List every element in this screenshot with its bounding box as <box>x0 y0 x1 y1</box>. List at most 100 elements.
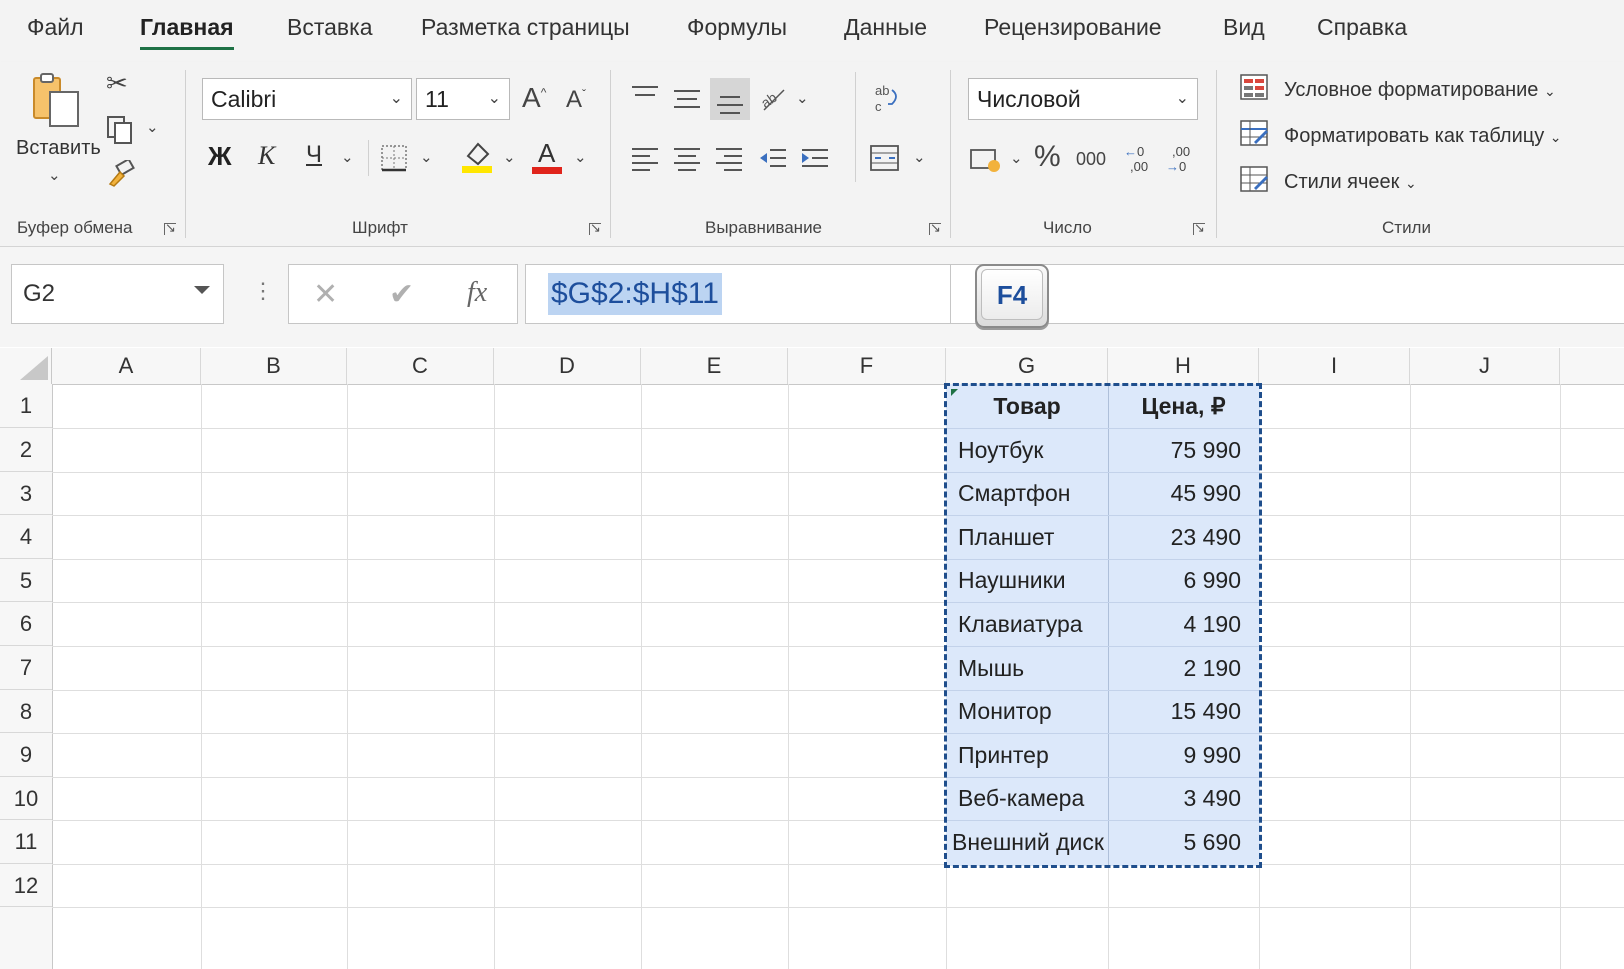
align-middle-icon[interactable] <box>674 88 702 110</box>
formula-input[interactable]: $G$2:$H$11 <box>525 264 951 324</box>
f4-key-label: F4 <box>996 280 1028 310</box>
name-box[interactable]: G2 <box>11 264 224 324</box>
clipboard-group-label: Буфер обмена <box>17 218 133 237</box>
row-header-7[interactable]: 7 <box>0 646 52 690</box>
row-header-11[interactable]: 11 <box>0 820 52 864</box>
column-header-j[interactable]: J <box>1410 348 1560 384</box>
percent-button[interactable]: % <box>1034 142 1061 172</box>
row-header-3[interactable]: 3 <box>0 472 52 515</box>
tab-home[interactable]: Главная <box>140 14 234 50</box>
column-header-h[interactable]: H <box>1108 348 1259 384</box>
tab-help[interactable]: Справка <box>1317 14 1407 41</box>
format-as-table-button[interactable]: Форматировать как таблицу ⌄ <box>1284 125 1562 148</box>
enter-icon[interactable]: ✔ <box>389 277 414 312</box>
column-header-a[interactable]: A <box>52 348 201 384</box>
font-color-icon[interactable]: A <box>532 138 564 174</box>
copy-icon[interactable] <box>106 115 134 145</box>
align-right-icon[interactable] <box>716 148 744 171</box>
row-header-4[interactable]: 4 <box>0 515 52 559</box>
insert-function-icon[interactable]: fx <box>467 277 487 309</box>
format-painter-icon[interactable] <box>106 157 136 188</box>
row-header-5[interactable]: 5 <box>0 559 52 602</box>
paste-label[interactable]: Вставить <box>16 137 101 160</box>
formula-buttons: ✕ ✔ fx <box>288 264 518 324</box>
decrease-decimal-button[interactable]: ,00 →0 <box>1166 144 1196 176</box>
column-header-i[interactable]: I <box>1259 348 1410 384</box>
align-top-icon[interactable] <box>632 86 660 108</box>
align-left-icon[interactable] <box>632 148 660 171</box>
tab-data[interactable]: Данные <box>844 14 927 41</box>
grow-font-button[interactable]: A^ <box>522 84 546 112</box>
column-header-f[interactable]: F <box>788 348 946 384</box>
row-header-1[interactable]: 1 <box>0 384 52 428</box>
font-size-combo[interactable]: 11 ⌄ <box>416 78 510 120</box>
paste-button[interactable] <box>22 72 86 132</box>
tab-insert[interactable]: Вставка <box>287 14 373 41</box>
align-center-icon[interactable] <box>674 148 702 171</box>
underline-button[interactable]: Ч <box>306 143 322 167</box>
merge-center-icon[interactable] <box>870 144 900 172</box>
separator <box>185 70 186 238</box>
chevron-down-icon[interactable]: ⌄ <box>796 91 809 106</box>
column-header-d[interactable]: D <box>494 348 641 384</box>
conditional-formatting-icon[interactable] <box>1240 74 1270 102</box>
row-header-9[interactable]: 9 <box>0 733 52 777</box>
chevron-down-icon[interactable]: ⌄ <box>1010 151 1023 166</box>
shrink-font-button[interactable]: Aˇ <box>566 88 586 112</box>
chevron-down-icon[interactable]: ⌄ <box>503 150 516 165</box>
chevron-down-icon[interactable]: ⌄ <box>420 150 433 165</box>
paste-dropdown-icon[interactable]: ⌄ <box>48 168 61 183</box>
tab-file[interactable]: Файл <box>27 14 84 41</box>
font-name-combo[interactable]: Calibri ⌄ <box>202 78 412 120</box>
row-header-2[interactable]: 2 <box>0 428 52 472</box>
cut-icon[interactable]: ✂ <box>106 70 128 96</box>
alignment-launcher-icon[interactable] <box>928 221 942 236</box>
thousands-separator-button[interactable]: 000 <box>1076 150 1106 168</box>
cell-styles-button[interactable]: Стили ячеек ⌄ <box>1284 171 1417 194</box>
row-header-8[interactable]: 8 <box>0 690 52 733</box>
tab-formulas[interactable]: Формулы <box>687 14 787 41</box>
formula-input-extension[interactable] <box>951 264 1624 324</box>
separator <box>950 70 951 238</box>
select-all-button[interactable] <box>0 348 52 384</box>
tab-page-layout[interactable]: Разметка страницы <box>421 14 630 41</box>
align-bottom-button[interactable] <box>710 78 750 120</box>
format-as-table-icon[interactable] <box>1240 120 1270 148</box>
column-header-g[interactable]: G <box>946 348 1108 384</box>
orientation-icon[interactable]: ab <box>758 84 788 112</box>
tab-review[interactable]: Рецензирование <box>984 14 1162 41</box>
row-header-12[interactable]: 12 <box>0 864 52 907</box>
wrap-text-icon[interactable]: ab c <box>872 82 902 114</box>
bold-button[interactable]: Ж <box>208 143 232 169</box>
italic-button[interactable]: К <box>258 143 275 169</box>
chevron-down-icon[interactable]: ⌄ <box>574 150 587 165</box>
vertical-dots-icon[interactable]: ⋮ <box>252 278 274 304</box>
decrease-indent-icon[interactable] <box>758 146 788 172</box>
conditional-formatting-button[interactable]: Условное форматирование ⌄ <box>1284 79 1556 102</box>
chevron-down-icon[interactable]: ⌄ <box>913 150 926 165</box>
accounting-format-icon[interactable] <box>970 146 1002 174</box>
font-group-label: Шрифт <box>352 218 408 237</box>
copy-dropdown-icon[interactable]: ⌄ <box>146 120 159 135</box>
increase-indent-icon[interactable] <box>800 146 830 172</box>
number-launcher-icon[interactable] <box>1192 221 1206 236</box>
chevron-down-icon[interactable]: ⌄ <box>341 150 354 165</box>
borders-icon[interactable] <box>380 144 408 172</box>
font-size-value: 11 <box>425 86 449 112</box>
number-format-combo[interactable]: Числовой ⌄ <box>968 78 1198 120</box>
tab-view[interactable]: Вид <box>1223 14 1265 41</box>
formula-text: $G$2:$H$11 <box>548 273 722 315</box>
fill-color-icon[interactable] <box>462 140 494 174</box>
menu-bar: Файл Главная Вставка Разметка страницы Ф… <box>0 0 1624 62</box>
row-header-6[interactable]: 6 <box>0 602 52 646</box>
cell-styles-icon[interactable] <box>1240 166 1270 194</box>
column-header-e[interactable]: E <box>641 348 788 384</box>
column-header-c[interactable]: C <box>347 348 494 384</box>
error-indicator-icon <box>951 389 958 396</box>
column-header-b[interactable]: B <box>201 348 347 384</box>
row-header-10[interactable]: 10 <box>0 777 52 820</box>
font-launcher-icon[interactable] <box>588 221 602 236</box>
clipboard-launcher-icon[interactable] <box>163 221 177 236</box>
increase-decimal-button[interactable]: ←0,00 <box>1124 144 1154 176</box>
cancel-icon[interactable]: ✕ <box>313 277 338 312</box>
